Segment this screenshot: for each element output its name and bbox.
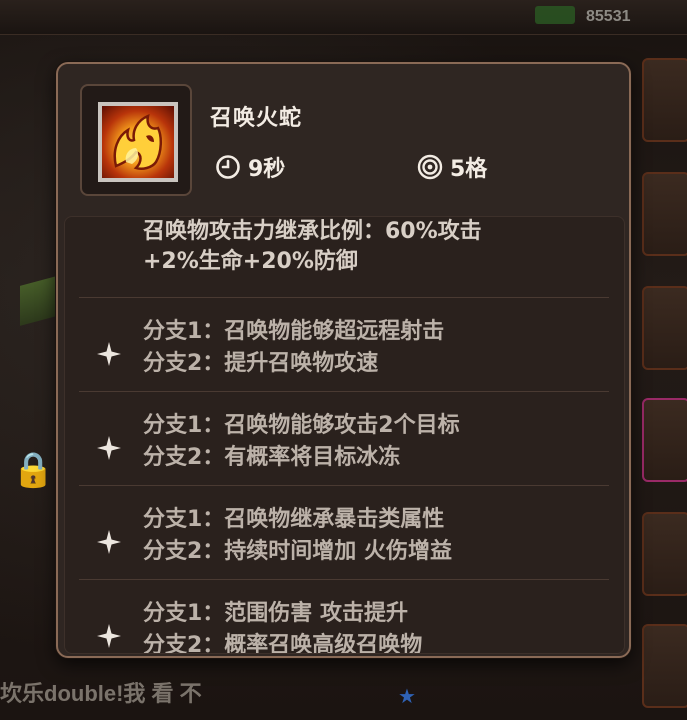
skill-name: 召唤火蛇: [210, 106, 303, 131]
branch-row: 分支1：范围伤害 攻击提升 分支2：概率召唤高级召唤物: [65, 589, 624, 654]
skill-duration: 9秒: [214, 150, 285, 184]
branch-row: 分支1：召唤物继承暴击类属性 分支2：持续时间增加 火伤增益: [65, 495, 624, 587]
branch-option-2: 分支2：概率召唤高级召唤物: [143, 633, 423, 654]
skill-tooltip: 召唤火蛇 9秒 5格 召唤物攻击力继承比例：60%攻击 +2%生命+20%防御: [56, 62, 631, 658]
skill-icon-frame: [80, 84, 192, 196]
chat-text: 坎乐double!我 看 不: [0, 681, 202, 706]
sparkle-icon: [95, 528, 123, 556]
sparkle-icon: [95, 434, 123, 462]
divider: [79, 297, 609, 298]
inventory-slot[interactable]: [642, 512, 687, 596]
inventory-slot[interactable]: [642, 398, 687, 482]
branch-option-1: 分支1：召唤物能够超远程射击: [143, 319, 445, 344]
inventory-slot[interactable]: [642, 624, 687, 708]
clock-icon: [214, 153, 242, 181]
branch-option-1: 分支1：范围伤害 攻击提升: [143, 601, 408, 626]
lock-icon[interactable]: 🔒: [12, 450, 54, 500]
branch-option-2: 分支2：提升召唤物攻速: [143, 351, 379, 376]
inventory-slot[interactable]: [642, 58, 687, 142]
inherit-line-2: +2%生命+20%防御: [143, 249, 358, 274]
duration-value: 9秒: [248, 157, 286, 182]
divider: [79, 391, 609, 392]
inventory-slot[interactable]: [642, 172, 687, 256]
branch-row: 分支1：召唤物能够超远程射击 分支2：提升召唤物攻速: [65, 307, 624, 399]
resource-bar: [535, 6, 575, 24]
skill-description[interactable]: 召唤物攻击力继承比例：60%攻击 +2%生命+20%防御 分支1：召唤物能够超远…: [64, 216, 625, 654]
range-value: 5格: [450, 157, 488, 182]
branch-row: 分支1：召唤物能够攻击2个目标 分支2：有概率将目标冰冻: [65, 401, 624, 493]
branch-option-2: 分支2：持续时间增加 火伤增益: [143, 539, 452, 564]
branch-option-1: 分支1：召唤物继承暴击类属性: [143, 507, 445, 532]
skill-range: 5格: [416, 150, 487, 184]
score-counter: 85531: [586, 8, 631, 25]
sparkle-icon: [95, 340, 123, 368]
inherit-line-1: 召唤物攻击力继承比例：60%攻击: [143, 219, 482, 244]
top-bar: [0, 0, 687, 35]
branch-option-1: 分支1：召唤物能够攻击2个目标: [143, 413, 460, 438]
star-icon: ★: [398, 684, 416, 708]
inventory-slot[interactable]: [642, 286, 687, 370]
divider: [79, 579, 609, 580]
divider: [79, 485, 609, 486]
sparkle-icon: [95, 622, 123, 650]
branch-option-2: 分支2：有概率将目标冰冻: [143, 445, 401, 470]
inherit-ratio-text: 召唤物攻击力继承比例：60%攻击 +2%生命+20%防御: [143, 217, 613, 277]
target-icon: [416, 153, 444, 181]
fire-serpent-icon: [98, 102, 178, 182]
